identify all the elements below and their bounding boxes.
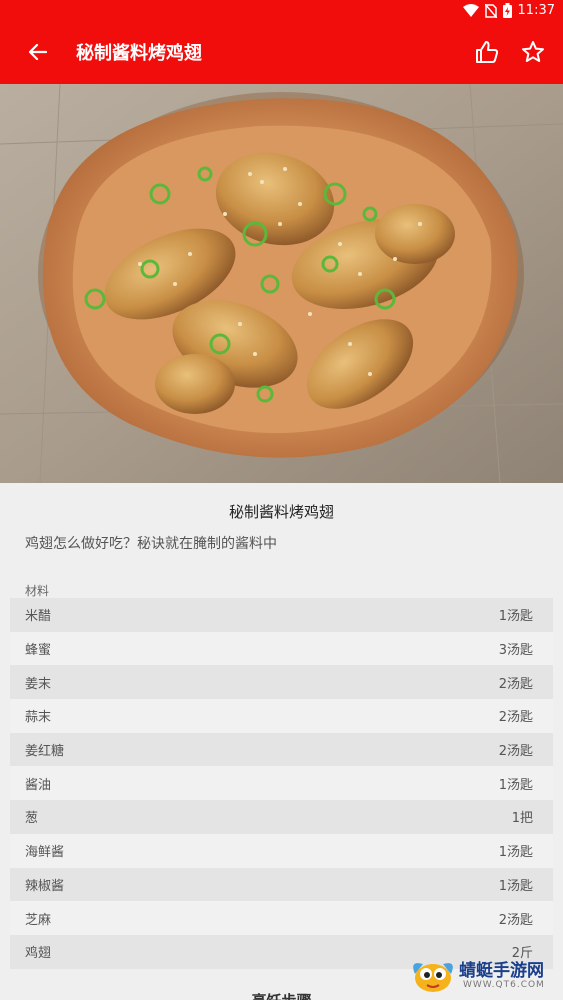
ingredient-name: 辣椒酱 [25, 878, 65, 894]
status-icons: 11:37 [462, 3, 555, 18]
status-bar: 11:37 [0, 0, 563, 24]
arrow-left-icon [28, 43, 48, 65]
star-icon [521, 40, 545, 68]
thumbs-up-icon [475, 40, 499, 68]
ingredient-row: 蒜末 2汤匙 [10, 699, 553, 733]
ingredient-row: 辣椒酱 1汤匙 [10, 867, 553, 902]
ingredient-amount: 2汤匙 [498, 744, 533, 760]
watermark-url: WWW.QT6.COM [463, 980, 545, 990]
ingredient-name: 姜红糖 [25, 744, 65, 760]
ingredient-amount: 2汤匙 [498, 912, 533, 928]
clock: 11:37 [517, 3, 555, 18]
ingredient-name: 鸡翅 [25, 946, 52, 962]
recipe-title: 秘制酱料烤鸡翅 [228, 503, 334, 521]
wifi-icon [462, 4, 479, 17]
like-button[interactable] [469, 36, 505, 72]
ingredient-name: 蒜末 [25, 710, 52, 726]
back-button[interactable] [20, 36, 56, 72]
recipe-description: 鸡翅怎么做好吃？秘诀就在腌制的酱料中 [25, 536, 277, 552]
ingredient-amount: 1汤匙 [498, 777, 533, 793]
ingredient-amount: 1把 [511, 811, 533, 827]
ingredient-name: 米醋 [25, 609, 52, 625]
ingredient-row: 蜂蜜 3汤匙 [10, 631, 553, 666]
ingredient-row: 米醋 1汤匙 [10, 598, 553, 632]
ingredient-name: 姜末 [25, 676, 52, 692]
ingredient-name: 葱 [25, 811, 39, 827]
ingredient-name: 蜂蜜 [25, 643, 52, 659]
ingredient-row: 酱油 1汤匙 [10, 766, 553, 801]
ingredient-row: 海鲜酱 1汤匙 [10, 833, 553, 868]
ingredient-amount: 1汤匙 [498, 878, 533, 894]
ingredient-row: 葱 1把 [10, 800, 553, 834]
ingredients-list: 米醋 1汤匙 蜂蜜 3汤匙 姜末 2汤匙 蒜末 2汤匙 姜红糖 2汤匙 酱油 1… [10, 598, 553, 969]
no-sim-icon [484, 3, 497, 18]
ingredient-name: 海鲜酱 [25, 845, 65, 861]
page-title: 秘制酱料烤鸡翅 [76, 43, 202, 64]
ingredient-amount: 2汤匙 [498, 710, 533, 726]
ingredient-amount: 1汤匙 [498, 845, 533, 861]
ingredient-amount: 1汤匙 [498, 609, 533, 625]
watermark-name: 蜻蜓手游网 [459, 961, 544, 981]
ingredient-row: 芝麻 2汤匙 [10, 901, 553, 935]
watermark: 蜻蜓手游网 WWW.QT6.COM [407, 954, 557, 998]
battery-charging-icon [502, 3, 512, 18]
ingredients-label: 材料 [25, 584, 50, 598]
ingredient-row: 姜红糖 2汤匙 [10, 732, 553, 767]
ingredient-name: 芝麻 [25, 912, 52, 928]
recipe-photo [0, 84, 563, 483]
app-bar: 秘制酱料烤鸡翅 [0, 24, 563, 84]
dragonfly-logo-icon [409, 954, 457, 1000]
ingredient-row: 姜末 2汤匙 [10, 665, 553, 700]
ingredient-amount: 3汤匙 [498, 643, 533, 659]
ingredient-name: 酱油 [25, 777, 52, 793]
ingredient-amount: 2汤匙 [498, 676, 533, 692]
favorite-button[interactable] [515, 36, 551, 72]
